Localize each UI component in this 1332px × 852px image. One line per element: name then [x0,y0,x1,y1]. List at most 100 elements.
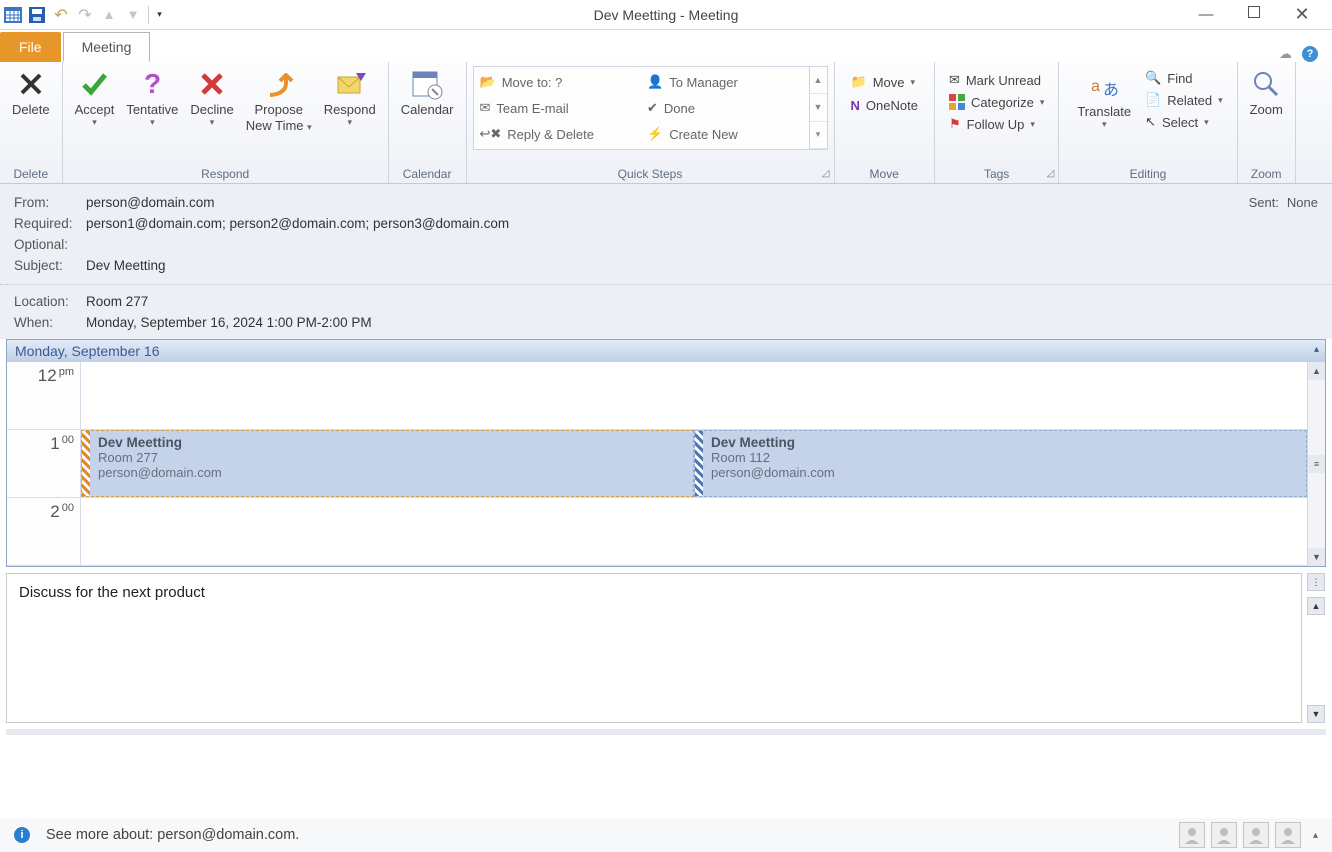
group-move: 📁Move ▾ NOneNote Move [835,62,935,183]
group-tags: ✉Mark Unread Categorize ▾ ⚑Follow Up ▾ T… [935,62,1059,183]
follow-up-button[interactable]: ⚑Follow Up ▾ [949,116,1044,132]
calendar-preview: Monday, September 16 ▴ 12pm 100 200 Dev … [6,339,1326,567]
meeting-body[interactable]: Discuss for the next product [6,573,1302,723]
optional-label: Optional: [14,237,86,252]
related-icon: 📄 [1145,92,1161,108]
help-icon[interactable]: ? [1302,46,1318,62]
when-value: Monday, September 16, 2024 1:00 PM-2:00 … [86,315,372,330]
calendar-button[interactable]: Calendar [395,66,460,120]
body-side-options-icon[interactable]: ⋮ [1307,573,1325,591]
group-quick-steps: 📂Move to: ? ✉Team E-mail ↩✖Reply & Delet… [467,62,835,183]
categorize-button[interactable]: Categorize ▾ [949,94,1044,110]
scroll-down-icon[interactable]: ▼ [1308,548,1325,566]
redo-icon[interactable]: ↷ [76,6,94,24]
translate-button[interactable]: aあ Translate ▾ [1073,70,1135,130]
delete-label: Delete [12,102,50,118]
maximize-button[interactable] [1248,6,1260,18]
quickstep-to-manager[interactable]: 👤To Manager [647,74,803,90]
save-icon[interactable] [28,6,46,24]
presence-icon-1[interactable] [1179,822,1205,848]
calendar-collapse-icon[interactable]: ▴ [1314,344,1319,355]
quickstep-expand[interactable]: ▾ [810,122,827,149]
quickstep-reply-delete[interactable]: ↩✖Reply & Delete [480,126,636,142]
quickstep-scroll-down[interactable]: ▼ [810,94,827,121]
folder-icon: 📁 [851,74,867,90]
presence-icon-4[interactable] [1275,822,1301,848]
event-1[interactable]: Dev Meetting Room 277 person@domain.com [81,430,694,497]
move-button[interactable]: 📁Move ▾ [851,74,918,90]
folder-arrow-icon: 📂 [480,74,496,90]
propose-new-time-button[interactable]: ProposeNew Time ▾ [240,66,318,135]
tentative-button[interactable]: ? Tentative ▾ [120,66,184,135]
related-button[interactable]: 📄Related ▾ [1145,92,1223,108]
presence-icon-2[interactable] [1211,822,1237,848]
people-pane-expand-icon[interactable]: ▴ [1313,830,1318,841]
body-scroll-up[interactable]: ▲ [1307,597,1325,615]
decline-button[interactable]: Decline ▾ [184,66,239,135]
svg-text:あ: あ [1103,81,1119,99]
svg-text:?: ? [144,69,161,99]
scroll-up-icon[interactable]: ▲ [1308,362,1325,380]
forward-icon: 👤 [647,74,663,90]
title-bar: ↶ ↷ ▲ ▼ ▾ Dev Meetting - Meeting — ✕ [0,0,1332,30]
group-calendar: Calendar Calendar [389,62,467,183]
quickstep-done[interactable]: ✔Done [647,100,803,116]
quickstep-scroll-up[interactable]: ▲ [810,67,827,94]
slot-2pm[interactable] [81,498,1307,566]
zoom-button[interactable]: Zoom [1244,66,1289,120]
meeting-header-2: Location: Room 277 When: Monday, Septemb… [0,285,1332,339]
info-icon[interactable]: i [14,827,30,843]
calendar-scrollbar[interactable]: ▲ ≡ ▼ [1307,362,1325,566]
window-title: Dev Meetting - Meeting [0,7,1332,23]
qat-customize-icon[interactable]: ▾ [148,6,166,24]
quickstep-team-email[interactable]: ✉Team E-mail [480,100,636,116]
meeting-body-area: Discuss for the next product ⋮ ▲ ▼ [6,573,1326,723]
cloud-icon[interactable]: ☁ [1279,46,1292,62]
envelope-icon: ✉ [480,100,491,116]
quickstep-create-new[interactable]: ⚡Create New [647,126,803,142]
select-button[interactable]: ↖Select ▾ [1145,114,1223,130]
location-value: Room 277 [86,294,148,309]
prev-icon[interactable]: ▲ [100,6,118,24]
group-tags-label: Tags [941,165,1052,181]
tags-dialog-launcher[interactable]: ◿ [1047,169,1055,179]
calendar-icon[interactable] [4,6,22,24]
undo-icon[interactable]: ↶ [52,6,70,24]
quick-access-toolbar: ↶ ↷ ▲ ▼ ▾ [0,6,166,24]
slot-1pm[interactable]: Dev Meetting Room 277 person@domain.com … [81,430,1307,498]
time-gutter: 12pm 100 200 [7,362,81,566]
find-icon: 🔍 [1145,70,1161,86]
slot-12pm[interactable] [81,362,1307,430]
meeting-header: From: person@domain.com Sent: None Requi… [0,184,1332,285]
group-editing: aあ Translate ▾ 🔍Find 📄Related ▾ ↖Select … [1059,62,1237,183]
quicksteps-dialog-launcher[interactable]: ◿ [822,169,830,179]
lightning-icon: ⚡ [647,126,663,142]
event-status-stripe [695,431,703,496]
group-calendar-label: Calendar [395,165,460,181]
when-label: When: [14,315,86,330]
scroll-view-icon[interactable]: ≡ [1308,455,1325,473]
next-icon[interactable]: ▼ [124,6,142,24]
close-button[interactable]: ✕ [1290,3,1314,27]
event-column: Dev Meetting Room 277 person@domain.com … [81,362,1307,566]
subject-value: Dev Meetting [86,258,166,273]
group-editing-label: Editing [1065,165,1230,181]
find-button[interactable]: 🔍Find [1145,70,1223,86]
required-value: person1@domain.com; person2@domain.com; … [86,216,509,231]
quickstep-move-to[interactable]: 📂Move to: ? [480,74,636,90]
event-2[interactable]: Dev Meetting Room 112 person@domain.com [694,430,1307,497]
tab-meeting[interactable]: Meeting [63,32,151,62]
accept-button[interactable]: Accept ▾ [69,66,121,135]
resize-grip[interactable] [6,729,1326,735]
respond-button[interactable]: Respond ▾ [318,66,382,135]
sent-label: Sent: [1249,195,1279,210]
delete-button[interactable]: Delete [6,66,56,120]
mark-unread-button[interactable]: ✉Mark Unread [949,72,1044,88]
envelope-closed-icon: ✉ [949,72,960,88]
minimize-button[interactable]: — [1194,3,1218,27]
body-scroll-down[interactable]: ▼ [1307,705,1325,723]
onenote-button[interactable]: NOneNote [851,98,918,113]
subject-label: Subject: [14,258,86,273]
tab-file[interactable]: File [0,32,61,62]
presence-icon-3[interactable] [1243,822,1269,848]
